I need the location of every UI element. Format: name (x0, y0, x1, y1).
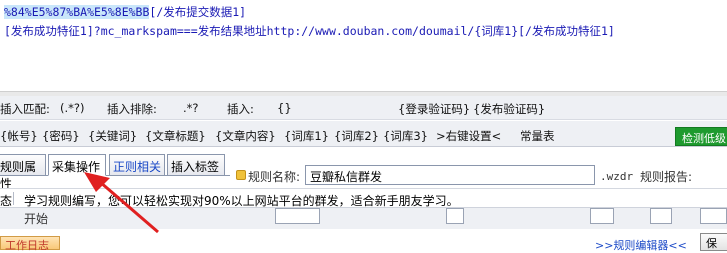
count-field-5[interactable] (700, 208, 727, 224)
rule-extension: .wzdr (600, 170, 634, 183)
insert-exclude-label: 插入排除: (107, 102, 157, 116)
detect-button[interactable]: 检测低级 (675, 127, 727, 146)
lexicon-token: {词库1} (474, 24, 519, 38)
token-article-content[interactable]: {文章内容} (215, 128, 276, 144)
constants-table[interactable]: 常量表 (520, 128, 555, 144)
insert-braces-token[interactable]: {} (277, 101, 292, 115)
insert-label: 插入: (227, 102, 254, 116)
tab-regex[interactable]: 正则相关 (109, 154, 165, 176)
bottom-controls (0, 207, 727, 229)
insert-match-token[interactable]: (.*?) (60, 101, 84, 115)
tab-insert-tag[interactable]: 插入标签 (167, 154, 225, 176)
publish-captcha-token[interactable]: {发布验证码} (473, 101, 545, 117)
rule-file-icon (236, 170, 246, 180)
token-keyword[interactable]: {关键词} (88, 128, 137, 144)
token-account[interactable]: {帐号} (0, 128, 38, 144)
editor-line-2: [发布成功特征1]?mc_markspam===发布结果地址http://www… (4, 23, 615, 39)
token-lexicon-3[interactable]: {词库3} (383, 128, 428, 144)
rule-name-input[interactable]: 豆瓣私信群发 (305, 165, 595, 185)
selected-text: %84%E5%87%BA%E5%8E%BB (4, 5, 150, 19)
token-password[interactable]: {密码} (42, 128, 80, 144)
token-lexicon-2[interactable]: {词库2} (334, 128, 379, 144)
insert-exclude-token[interactable]: .*? (183, 101, 199, 115)
tag-success-open: [发布成功特征1] (4, 24, 94, 38)
count-field-4[interactable] (650, 208, 672, 224)
rule-editor-link[interactable]: >>规则编辑器<< (595, 237, 687, 253)
tab-rule-properties[interactable]: 规则属性 (0, 154, 46, 191)
token-lexicon-1[interactable]: {词库1} (284, 128, 329, 144)
tab-collect-operations[interactable]: 采集操作 (48, 154, 106, 176)
insert-match-label: 插入匹配: (0, 102, 50, 116)
info-divider (13, 192, 14, 205)
save-button[interactable]: 保 (700, 233, 727, 251)
code-editor[interactable]: %84%E5%87%BA%E5%8E%BB[/发布提交数据1] [发布成功特征1… (0, 0, 727, 92)
start-label: 开始 (24, 212, 49, 226)
rule-report-label: 规则报告: (640, 170, 693, 184)
tag-publish-data-close: [/发布提交数据1] (149, 5, 247, 19)
count-field-1[interactable] (275, 208, 320, 224)
rule-name-label: 规则名称: (248, 170, 301, 184)
right-click-settings[interactable]: >右键设置< (436, 128, 501, 144)
login-captcha-token[interactable]: {登录验证码} (398, 101, 470, 117)
count-field-3[interactable] (590, 208, 614, 224)
success-url-text: ?mc_markspam===发布结果地址http://www.douban.c… (93, 24, 475, 38)
tag-success-close: [/发布成功特征1] (518, 24, 615, 38)
count-field-2[interactable] (446, 208, 464, 224)
token-article-title[interactable]: {文章标题} (145, 128, 206, 144)
editor-line-1: %84%E5%87%BA%E5%8E%BB[/发布提交数据1] (4, 4, 246, 20)
